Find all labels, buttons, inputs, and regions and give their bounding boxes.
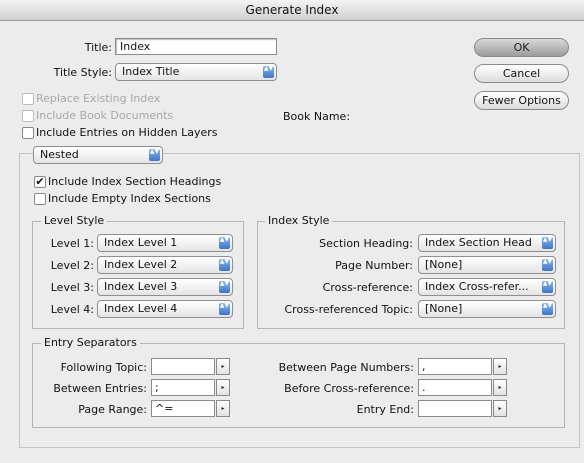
page-number-label: Page Number: [335,259,413,272]
popup-arrows-icon: ▲▼ [542,259,553,271]
before-cross-reference-label: Before Cross-reference: [284,382,414,395]
following-topic-label: Following Topic: [60,361,147,374]
book-name-label: Book Name: [283,110,351,123]
title-style-value: Index Title [122,65,180,78]
include-empty-sections-checkbox[interactable] [34,193,46,205]
popup-arrows-icon: ▲▼ [542,303,553,315]
popup-arrows-icon: ▲▼ [542,281,553,293]
include-book-documents-checkbox[interactable] [22,110,34,122]
include-hidden-layers-checkbox[interactable] [22,127,34,139]
title-label: Title: [84,41,112,54]
level-2-label: Level 2: [50,259,94,272]
cross-referenced-topic-select[interactable]: [None] ▲▼ [418,300,556,318]
level-2-select[interactable]: Index Level 2 ▲▼ [97,256,233,274]
title-style-select[interactable]: Index Title ▲▼ [115,63,277,81]
right-arrow-icon[interactable]: ▸ [216,358,230,375]
page-range-label: Page Range: [78,403,147,416]
level-4-select[interactable]: Index Level 4 ▲▼ [97,300,233,318]
level-1-select[interactable]: Index Level 1 ▲▼ [97,234,233,252]
right-arrow-icon[interactable]: ▸ [493,379,507,396]
cancel-button[interactable]: Cancel [474,64,569,83]
entry-end-label: Entry End: [356,403,414,416]
popup-arrows-icon: ▲▼ [219,259,230,271]
section-heading-select[interactable]: Index Section Head ▲▼ [418,234,556,252]
level-3-select[interactable]: Index Level 3 ▲▼ [97,278,233,296]
index-format-value: Nested [40,148,79,161]
title-style-label: Title Style: [53,66,112,79]
level-style-title: Level Style [41,214,108,227]
level-4-value: Index Level 4 [104,302,178,315]
popup-arrows-icon: ▲▼ [219,237,230,249]
fewer-options-button[interactable]: Fewer Options [474,91,569,110]
page-number-value: [None] [425,258,463,271]
include-section-headings-checkbox[interactable]: ✔ [34,176,46,188]
page-number-select[interactable]: [None] ▲▼ [418,256,556,274]
checkmark-icon: ✔ [35,175,45,188]
right-arrow-icon[interactable]: ▸ [216,379,230,396]
popup-arrows-icon: ▲▼ [219,303,230,315]
popup-arrows-icon: ▲▼ [149,149,160,161]
cross-reference-label: Cross-reference: [322,281,413,294]
between-page-numbers-field[interactable]: , [418,358,492,375]
right-arrow-icon[interactable]: ▸ [216,400,230,417]
section-heading-value: Index Section Head [425,236,532,249]
replace-existing-label: Replace Existing Index [36,92,161,105]
entry-separators-title: Entry Separators [41,336,140,349]
level-4-label: Level 4: [50,303,94,316]
right-arrow-icon[interactable]: ▸ [493,400,507,417]
before-cross-reference-field[interactable]: . [418,379,492,396]
include-section-headings-label: Include Index Section Headings [48,175,222,188]
level-3-value: Index Level 3 [104,280,178,293]
level-2-value: Index Level 2 [104,258,178,271]
popup-arrows-icon: ▲▼ [263,66,274,78]
level-3-label: Level 3: [50,281,94,294]
page-range-field[interactable]: ^= [151,400,215,417]
popup-arrows-icon: ▲▼ [542,237,553,249]
index-format-select[interactable]: Nested ▲▼ [33,146,163,164]
level-1-value: Index Level 1 [104,236,178,249]
index-style-title: Index Style [265,214,333,227]
ok-button[interactable]: OK [474,38,569,57]
replace-existing-checkbox[interactable] [22,93,34,105]
popup-arrows-icon: ▲▼ [219,281,230,293]
entry-end-field[interactable] [418,400,492,417]
between-entries-label: Between Entries: [53,382,147,395]
following-topic-field[interactable] [151,358,215,375]
cross-referenced-topic-label: Cross-referenced Topic: [284,303,414,316]
cross-reference-select[interactable]: Index Cross-refer... ▲▼ [418,278,556,296]
window-title: Generate Index [0,0,584,21]
cross-reference-value: Index Cross-refer... [425,280,529,293]
include-book-documents-label: Include Book Documents [36,109,174,122]
cross-referenced-topic-value: [None] [425,302,463,315]
level-1-label: Level 1: [50,237,94,250]
between-entries-field[interactable]: ; [151,379,215,396]
include-hidden-layers-label: Include Entries on Hidden Layers [36,126,218,139]
section-heading-label: Section Heading: [319,237,413,250]
right-arrow-icon[interactable]: ▸ [493,358,507,375]
between-page-numbers-label: Between Page Numbers: [278,361,414,374]
title-input[interactable]: Index [115,38,277,55]
include-empty-sections-label: Include Empty Index Sections [48,192,211,205]
